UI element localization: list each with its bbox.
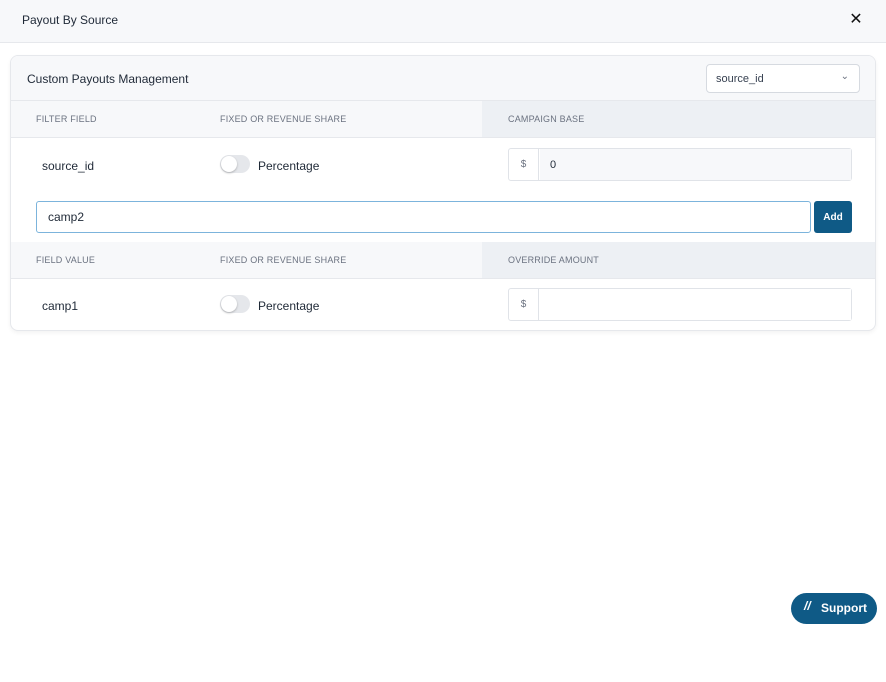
header-field-value: FIELD VALUE [36,255,96,265]
card-header: Custom Payouts Management source_id ⌄ [11,56,875,101]
chevron-down-icon: ⌄ [840,71,849,82]
header-override-amount: OVERRIDE AMOUNT [508,255,600,265]
add-value-row: Add [11,201,875,241]
dollar-prefix: $ [509,289,539,320]
close-icon[interactable]: ✕ [846,10,866,30]
slashes-icon: // [804,599,811,613]
value-table-header: FIELD VALUE FIXED OR REVENUE SHARE OVERR… [11,242,875,279]
field-value-input[interactable] [36,201,811,233]
override-amount-input[interactable] [540,289,851,320]
dollar-prefix: $ [509,149,539,180]
header-filter-field: FILTER FIELD [36,114,97,124]
filter-row: source_id Percentage $ [11,138,875,194]
campaign-base-input[interactable] [540,149,851,180]
card-title: Custom Payouts Management [27,72,189,86]
add-button[interactable]: Add [814,201,852,233]
percentage-label: Percentage [258,299,320,313]
filter-field-name: source_id [42,159,95,173]
toggle-knob [221,296,237,312]
header-fixed-or-revenue: FIXED OR REVENUE SHARE [220,255,347,265]
support-label: Support [821,601,867,615]
modal-header: Payout By Source ✕ [0,0,886,43]
field-select-value: source_id [716,73,764,85]
header-campaign-base: CAMPAIGN BASE [508,114,585,124]
campaign-base-group: $ [508,148,852,181]
custom-payouts-card: Custom Payouts Management source_id ⌄ FI… [10,55,876,331]
modal-title: Payout By Source [22,13,119,27]
field-value-name: camp1 [42,299,79,313]
value-row: camp1 Percentage $ [11,278,875,330]
override-amount-group: $ [508,288,852,321]
filter-table-header: FILTER FIELD FIXED OR REVENUE SHARE CAMP… [11,101,875,138]
toggle-knob [221,156,237,172]
percentage-toggle[interactable] [220,295,250,313]
percentage-label: Percentage [258,159,320,173]
header-fixed-or-revenue: FIXED OR REVENUE SHARE [220,114,347,124]
field-select[interactable]: source_id ⌄ [706,64,860,93]
support-button[interactable]: // Support [791,593,877,624]
percentage-toggle[interactable] [220,155,250,173]
